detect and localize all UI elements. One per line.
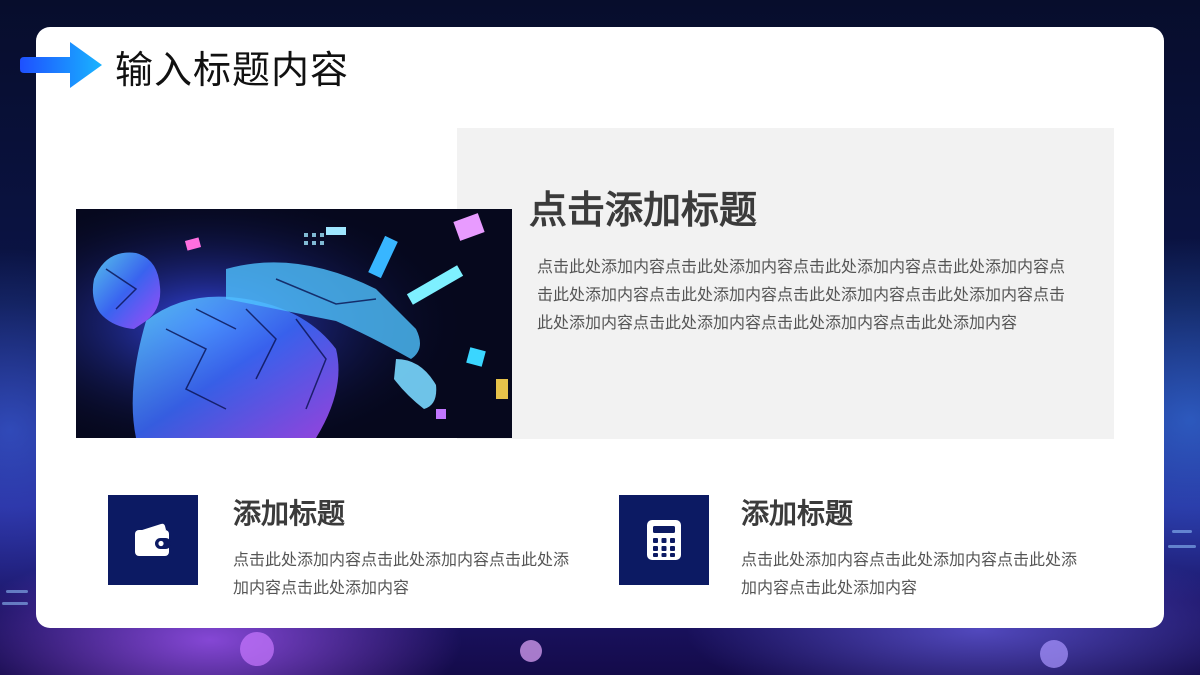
feature-body: 点击此处添加内容点击此处添加内容点击此处添加内容点击此处添加内容点击此处添加内容… [537, 257, 1066, 332]
card-heading-1: 添加标题 [233, 497, 346, 530]
card-body-2: 点击此处添加内容点击此处添加内容点击此处添加内容点击此处添加内容 [741, 550, 1078, 597]
slide-title: 输入标题内容 [115, 48, 350, 92]
card-icon-box-wallet [108, 495, 198, 585]
card-icon-box-calculator [619, 495, 709, 585]
card-body-1: 点击此处添加内容点击此处添加内容点击此处添加内容点击此处添加内容 [233, 550, 570, 597]
wallet-icon [135, 523, 171, 556]
feature-heading: 点击添加标题 [529, 188, 758, 232]
feature-image [76, 209, 512, 438]
arrow-right-icon [20, 42, 102, 88]
card-heading-2: 添加标题 [741, 497, 854, 530]
calculator-icon [647, 520, 681, 560]
